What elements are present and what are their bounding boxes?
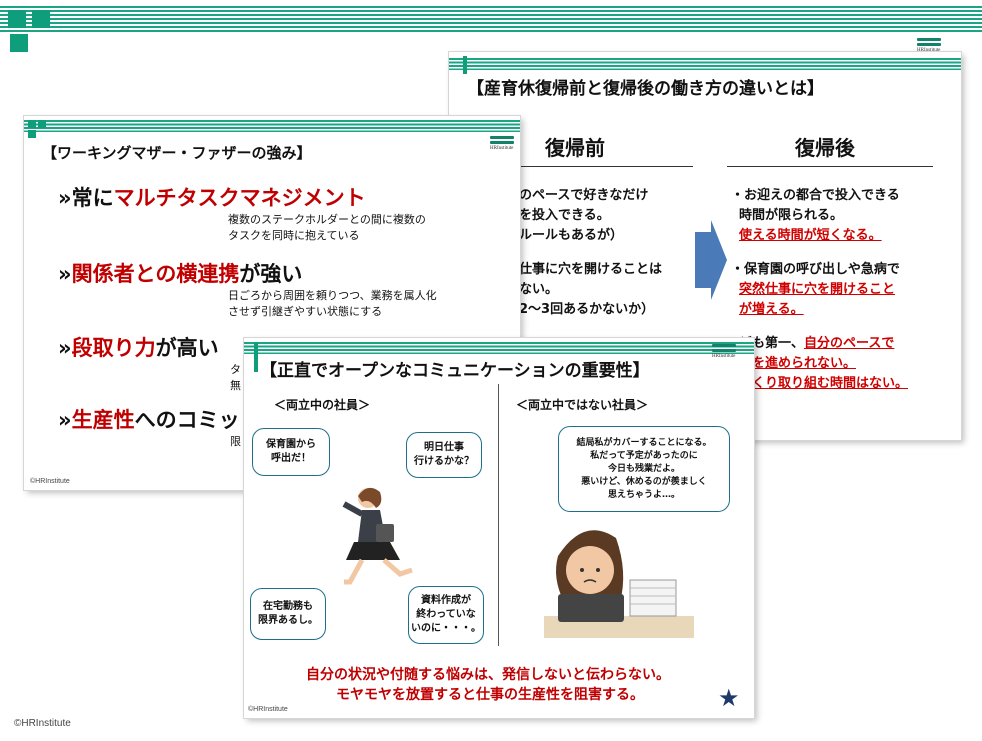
slide-copyright: ©HRInstitute	[248, 706, 288, 713]
speech-bubble: 保育園から 呼出だ！	[252, 428, 330, 476]
header-square	[10, 34, 28, 52]
slide-open-communication: HRInstitute 【正直でオープンなコミュニケーションの重要性】 ＜両立中…	[244, 338, 754, 718]
strength-desc-1: 複数のステークホルダーとの間に複数の タスクを同時に抱えている	[228, 213, 426, 242]
conclusion-line-1: 自分の状況や付随する悩みは、発信しないと伝わらない。	[306, 667, 670, 683]
slide-marker	[463, 56, 467, 74]
slide-stripes	[449, 58, 961, 70]
arrow-right-icon	[695, 220, 727, 300]
divider	[513, 166, 693, 167]
slide-stripes	[244, 342, 754, 354]
speech-bubble: 結局私がカバーすることになる。 私だって予定があったのに 今日も残業だよ。 悪い…	[558, 426, 730, 512]
before-text: のペースで好きなだけ を投入できる。 ルールもあるが） 仕事に穴を開けることは …	[519, 188, 663, 317]
slide-marker	[28, 120, 36, 128]
strength-item-1: »常にマルチタスクマネジメント	[58, 186, 366, 210]
strength-item-4: »生産性へのコミッ	[58, 408, 240, 432]
header-square	[8, 10, 26, 28]
strength-item-3: »段取り力が高い	[58, 336, 219, 360]
slide-marker	[28, 130, 36, 138]
running-woman-illustration	[342, 487, 413, 585]
slide-marker	[38, 120, 46, 128]
strength-desc-4: 限	[230, 435, 241, 448]
slide-title: 【正直でオープンなコミュニケーションの重要性】	[260, 361, 650, 381]
hr-logo: HRInstitute	[712, 344, 736, 360]
strength-desc-3: タ無	[230, 363, 241, 392]
header-stripes	[0, 6, 982, 34]
speech-bubble: 明日仕事 行けるかな？	[406, 432, 482, 478]
star-icon: ★	[718, 684, 740, 712]
after-text: ・お迎えの都合で投入できる 時間が限られる。 使える時間が短くなる。 ・保育園の…	[731, 188, 909, 391]
slide-copyright: ©HRInstitute	[30, 478, 70, 485]
conclusion-line-2: モヤモヤを放置すると仕事の生産性を阻害する。	[336, 687, 644, 703]
column-after-title: 復帰後	[795, 136, 855, 160]
strength-item-2: »関係者との横連携が強い	[58, 262, 303, 286]
slide-stripes	[24, 120, 520, 132]
divider	[727, 166, 933, 167]
hr-logo: HRInstitute	[490, 136, 514, 152]
column-before-title: 復帰前	[545, 136, 605, 160]
worried-woman-illustration	[544, 530, 694, 638]
right-header: ＜両立中ではない社員＞	[516, 398, 649, 412]
slide-title: 【ワーキングマザー・ファザーの強み】	[42, 144, 312, 162]
slide-marker	[254, 342, 258, 372]
header-square	[32, 10, 50, 28]
hr-logo: HRInstitute	[917, 38, 941, 54]
strength-desc-2: 日ごろから周囲を頼りつつ、業務を属人化 させず引継ぎやすい状態にする	[228, 289, 437, 318]
column-divider	[498, 384, 499, 646]
slide-title: 【産育休復帰前と復帰後の働き方の違いとは】	[467, 79, 824, 99]
footer-copyright: ©HRInstitute	[14, 718, 71, 729]
left-header: ＜両立中の社員＞	[274, 398, 371, 412]
